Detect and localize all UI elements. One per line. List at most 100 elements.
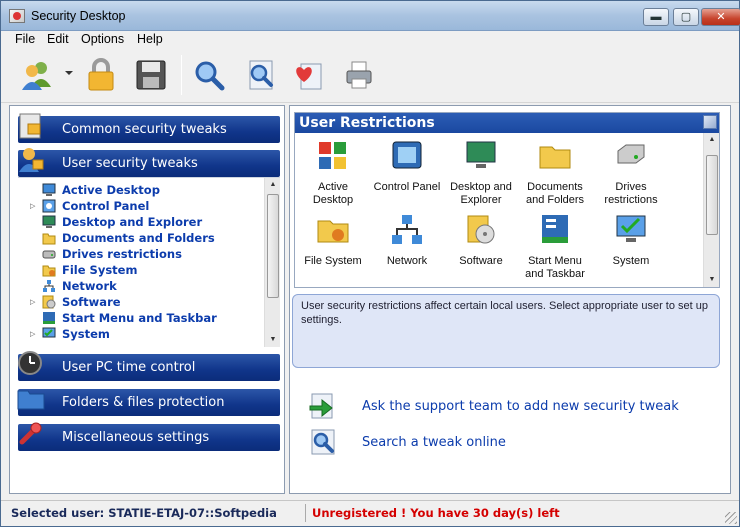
close-button[interactable]: ✕ (701, 8, 740, 26)
folder-lock-icon (17, 390, 45, 410)
folder-icon (42, 233, 56, 245)
tree-item-active-desktop[interactable]: Active Desktop (30, 182, 160, 198)
tree-item-start-menu-taskbar[interactable]: Start Menu and Taskbar (30, 310, 217, 326)
clock-icon (18, 351, 42, 375)
user-tweaks-tree: Active Desktop ▷ Control Panel Desktop a… (18, 177, 280, 347)
restrictions-scrollbar[interactable]: ▲ ▼ (703, 133, 719, 287)
app-logo-icon (9, 9, 25, 23)
title-bar[interactable]: Security Desktop ▬ ▢ ✕ (1, 1, 740, 31)
tile-file-system[interactable]: File System (295, 213, 371, 268)
scroll-up-icon[interactable]: ▲ (704, 133, 720, 147)
menu-options[interactable]: Options (81, 32, 124, 46)
tile-software[interactable]: Software (443, 213, 519, 268)
tree-item-system[interactable]: ▷ System (30, 326, 110, 342)
user-restrictions-box: User Restrictions Active Desktop Control … (294, 112, 720, 288)
tree-item-file-system[interactable]: File System (30, 262, 137, 278)
network-icon (392, 215, 422, 244)
scroll-down-icon[interactable]: ▼ (704, 273, 720, 287)
save-button[interactable] (131, 55, 171, 95)
tile-desktop-explorer[interactable]: Desktop and Explorer (443, 139, 519, 207)
toolbar-separator (181, 55, 182, 95)
scroll-up-icon[interactable]: ▲ (265, 178, 281, 192)
tile-drives-restrictions[interactable]: Drives restrictions (593, 139, 669, 207)
left-panel: Common security tweaks User security twe… (9, 105, 285, 494)
menu-help[interactable]: Help (137, 32, 163, 46)
minimize-button[interactable]: ▬ (643, 8, 669, 26)
printer-icon (346, 61, 372, 89)
software-icon (467, 215, 495, 244)
tile-system[interactable]: System (593, 213, 669, 268)
system-icon (616, 215, 646, 242)
section-common-security-tweaks[interactable]: Common security tweaks (18, 113, 280, 143)
favorite-page-button[interactable] (289, 55, 329, 95)
software-icon (42, 295, 56, 309)
resize-grip-icon[interactable] (725, 512, 737, 524)
restrictions-scroll-thumb[interactable] (706, 155, 718, 235)
tree-item-drives-restrictions[interactable]: Drives restrictions (30, 246, 182, 262)
search-page-icon (311, 429, 335, 455)
maximize-button[interactable]: ▢ (673, 8, 699, 26)
start-menu-icon (542, 215, 568, 243)
lock-icon (88, 58, 114, 91)
send-request-icon (309, 393, 333, 419)
selected-user-status: Selected user: STATIE-ETAJ-07::Softpedia (11, 506, 277, 520)
desktop-icon (42, 183, 56, 196)
save-icon (136, 60, 166, 90)
drive-icon (42, 250, 56, 259)
active-desktop-icon (319, 142, 346, 169)
tile-network[interactable]: Network (369, 213, 445, 268)
search-button[interactable] (189, 55, 229, 95)
chevron-down-icon[interactable] (65, 71, 73, 75)
file-system-icon (42, 265, 56, 277)
monitor-icon (42, 215, 56, 228)
system-icon (42, 327, 56, 338)
users-icon (22, 62, 51, 90)
search-online-action[interactable]: Search a tweak online (308, 427, 506, 457)
app-window: Security Desktop ▬ ▢ ✕ File Edit Options… (0, 0, 740, 527)
tree-item-desktop-explorer[interactable]: Desktop and Explorer (30, 214, 202, 230)
print-button[interactable] (339, 55, 379, 95)
window-title: Security Desktop (31, 9, 126, 23)
tree-item-control-panel[interactable]: ▷ Control Panel (30, 198, 149, 214)
tile-start-menu-taskbar[interactable]: Start Menu and Taskbar (517, 213, 593, 281)
tile-control-panel[interactable]: Control Panel (369, 139, 445, 194)
tree-expander[interactable]: ▷ (30, 298, 38, 306)
user-restrictions-header: User Restrictions (295, 113, 719, 133)
section-folders-files-protection[interactable]: Folders & files protection (17, 389, 280, 416)
scroll-down-icon[interactable]: ▼ (265, 333, 281, 347)
panel-corner-icon[interactable] (703, 115, 717, 129)
select-user-button[interactable] (17, 55, 57, 95)
security-page-icon (19, 113, 41, 139)
file-system-icon (317, 220, 349, 243)
tree-expander[interactable]: ▷ (30, 202, 38, 210)
tree-scrollbar[interactable]: ▲ ▼ (264, 178, 280, 347)
search-icon (195, 61, 225, 91)
section-miscellaneous-settings[interactable]: Miscellaneous settings (18, 422, 280, 451)
search-page-icon (249, 60, 273, 90)
control-panel-icon (42, 199, 56, 213)
menu-file[interactable]: File (15, 32, 35, 46)
tile-documents-folders[interactable]: Documents and Folders (517, 139, 593, 207)
tree-item-software[interactable]: ▷ Software (30, 294, 121, 310)
control-panel-icon (392, 141, 422, 169)
network-icon (43, 280, 55, 292)
ask-support-action[interactable]: Ask the support team to add new security… (308, 391, 679, 421)
tile-active-desktop[interactable]: Active Desktop (295, 139, 371, 207)
menu-edit[interactable]: Edit (47, 32, 69, 46)
tree-item-network[interactable]: Network (30, 278, 117, 294)
section-user-pc-time-control[interactable]: User PC time control (18, 351, 280, 381)
info-description: User security restrictions affect certai… (292, 294, 720, 368)
registration-status[interactable]: Unregistered ! You have 30 day(s) left (312, 506, 560, 520)
user-lock-icon (19, 148, 44, 172)
tree-expander[interactable]: ▷ (30, 330, 38, 338)
wrench-icon (19, 422, 42, 445)
tree-item-documents-folders[interactable]: Documents and Folders (30, 230, 215, 246)
heart-page-icon (296, 63, 322, 90)
tree-scroll-thumb[interactable] (267, 194, 279, 298)
lock-button[interactable] (81, 55, 121, 95)
toolbar (1, 49, 739, 103)
search-page-button[interactable] (241, 55, 281, 95)
section-user-security-tweaks[interactable]: User security tweaks (18, 148, 280, 177)
drive-icon (617, 144, 645, 164)
folder-icon (539, 146, 571, 169)
